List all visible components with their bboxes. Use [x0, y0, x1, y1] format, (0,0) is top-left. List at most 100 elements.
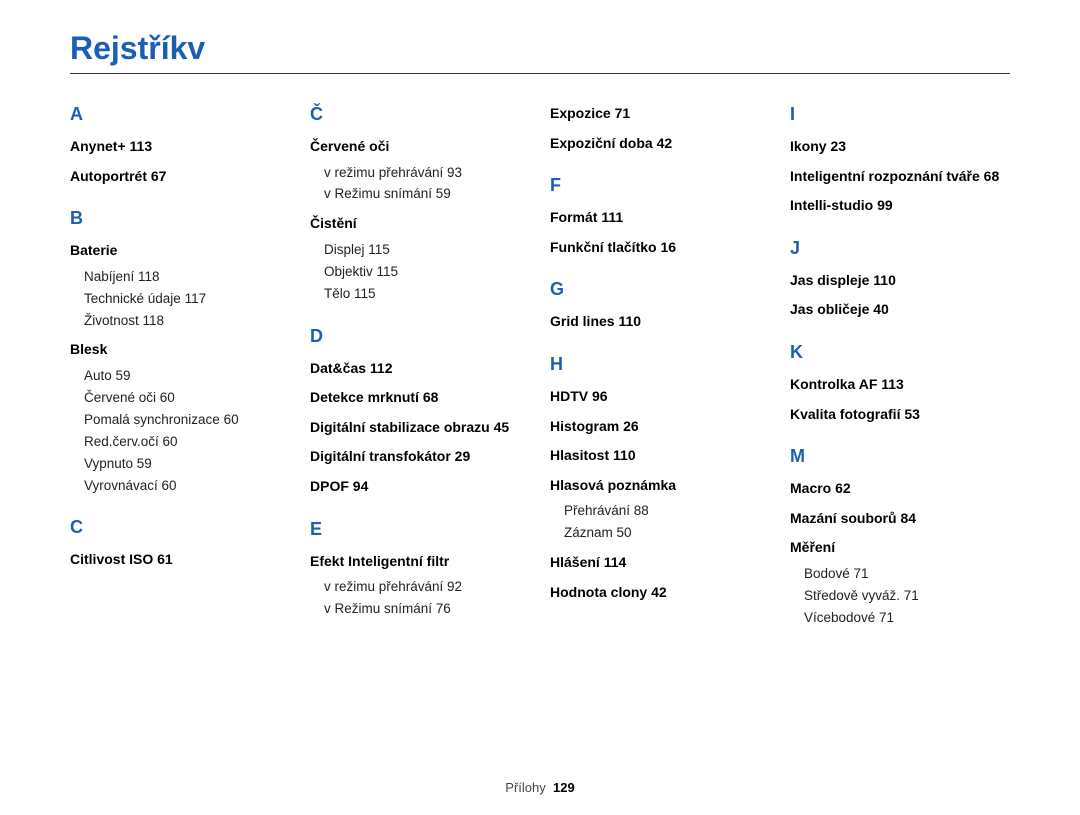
index-group: Expozice 71 — [550, 104, 770, 124]
index-letter: J — [790, 238, 1010, 259]
index-letter: I — [790, 104, 1010, 125]
column-3: Expozice 71 Expoziční doba 42 F Formát 111 F… — [550, 104, 770, 774]
index-entry[interactable]: Kvalita fotografií 53 — [790, 405, 1010, 425]
index-subentry[interactable]: Technické údaje 117 — [84, 290, 290, 309]
column-2: ČČervené očiv režimu přehrávání 93v Reži… — [310, 104, 530, 774]
index-entry[interactable]: Hlášení 114 — [550, 553, 770, 573]
index-group: Histogram 26 — [550, 417, 770, 437]
index-group: Měření Bodové 71 Středově vyváž. 71 Vícebod… — [790, 538, 1010, 627]
index-entry[interactable]: Citlivost ISO 61 — [70, 550, 290, 570]
index-entry[interactable]: Inteligentní rozpoznání tváře 68 — [790, 167, 1010, 187]
index-entry[interactable]: Mazání souborů 84 — [790, 509, 1010, 529]
index-subentry[interactable]: v režimu přehrávání 92 — [324, 578, 530, 597]
index-letter: G — [550, 279, 770, 300]
index-entry[interactable]: Hodnota clony 42 — [550, 583, 770, 603]
index-entry[interactable]: Čistění — [310, 214, 530, 234]
index-group: Jas obličeje 40 — [790, 300, 1010, 320]
footer-label: Přílohy — [505, 780, 545, 795]
index-entry[interactable]: Digitální transfokátor 29 — [310, 447, 530, 467]
index-entry[interactable]: HDTV 96 — [550, 387, 770, 407]
index-group: Detekce mrknutí 68 — [310, 388, 530, 408]
index-entry[interactable]: Grid lines 110 — [550, 312, 770, 332]
index-group: Ikony 23 — [790, 137, 1010, 157]
index-entry[interactable]: Formát 111 — [550, 208, 770, 228]
index-letter: F — [550, 175, 770, 196]
index-subentry[interactable]: Vypnuto 59 — [84, 455, 290, 474]
index-subentry[interactable]: Pomalá synchronizace 60 — [84, 411, 290, 430]
index-subentry[interactable]: Vícebodové 71 — [804, 609, 1010, 628]
index-entry[interactable]: Macro 62 — [790, 479, 1010, 499]
index-group: Autoportrét 67 — [70, 167, 290, 187]
index-subentry[interactable]: Bodové 71 — [804, 565, 1010, 584]
index-subentry[interactable]: v Režimu snímání 59 — [324, 185, 530, 204]
index-group: Digitální transfokátor 29 — [310, 447, 530, 467]
index-entry[interactable]: Jas obličeje 40 — [790, 300, 1010, 320]
index-entry[interactable]: DPOF 94 — [310, 477, 530, 497]
index-entry[interactable]: Kontrolka AF 113 — [790, 375, 1010, 395]
index-entry[interactable]: Hlasitost 110 — [550, 446, 770, 466]
index-entry[interactable]: Intelli-studio 99 — [790, 196, 1010, 216]
index-group: Hlášení 114 — [550, 553, 770, 573]
index-letter: A — [70, 104, 290, 125]
index-columns: A Anynet+ 113 Autoportrét 67 B Baterie Nabíje… — [70, 104, 1010, 774]
index-entry[interactable]: Ikony 23 — [790, 137, 1010, 157]
index-subentry[interactable]: v režimu přehrávání 93 — [324, 164, 530, 183]
index-subentry[interactable]: Red.červ.očí 60 — [84, 433, 290, 452]
index-letter: M — [790, 446, 1010, 467]
index-subentry[interactable]: Červené oči 60 — [84, 389, 290, 408]
index-letter: B — [70, 208, 290, 229]
index-entry[interactable]: Expozice 71 — [550, 104, 770, 124]
index-entry[interactable]: Jas displeje 110 — [790, 271, 1010, 291]
index-group: HDTV 96 — [550, 387, 770, 407]
index-entry[interactable]: Blesk — [70, 340, 290, 360]
index-entry[interactable]: Expoziční doba 42 — [550, 134, 770, 154]
index-entry[interactable]: Červené oči — [310, 137, 530, 157]
index-group: Čistění Displej 115 Objektiv 115 Tělo 115 — [310, 214, 530, 303]
index-group: Mazání souborů 84 — [790, 509, 1010, 529]
index-letter: C — [70, 517, 290, 538]
index-entry[interactable]: Měření — [790, 538, 1010, 558]
index-group: Kontrolka AF 113 — [790, 375, 1010, 395]
index-group: Citlivost ISO 61 — [70, 550, 290, 570]
index-group: Funkční tlačítko 16 — [550, 238, 770, 258]
index-entry[interactable]: Anynet+ 113 — [70, 137, 290, 157]
index-entry[interactable]: Dat&čas 112 — [310, 359, 530, 379]
index-group: Digitální stabilizace obrazu 45 — [310, 418, 530, 438]
footer-page-number: 129 — [553, 780, 575, 795]
index-group: Hlasová poznámka Přehrávání 88 Záznam 50 — [550, 476, 770, 543]
index-entry[interactable]: Funkční tlačítko 16 — [550, 238, 770, 258]
index-subentry[interactable]: v Režimu snímání 76 — [324, 600, 530, 619]
index-subentry[interactable]: Životnost 118 — [84, 312, 290, 331]
index-group: Kvalita fotografií 53 — [790, 405, 1010, 425]
index-entry[interactable]: Histogram 26 — [550, 417, 770, 437]
index-entry[interactable]: Hlasová poznámka — [550, 476, 770, 496]
index-letter: D — [310, 326, 530, 347]
index-subentry[interactable]: Displej 115 — [324, 241, 530, 260]
index-group: Inteligentní rozpoznání tváře 68 — [790, 167, 1010, 187]
index-subentry[interactable]: Přehrávání 88 — [564, 502, 770, 521]
index-group: Expoziční doba 42 — [550, 134, 770, 154]
page-footer: Přílohy 129 — [70, 780, 1010, 795]
page-title: Rejstříkv — [70, 30, 1010, 74]
index-subentry[interactable]: Nabíjení 118 — [84, 268, 290, 287]
index-entry[interactable]: Efekt Inteligentní filtr — [310, 552, 530, 572]
index-group: Grid lines 110 — [550, 312, 770, 332]
index-subentry[interactable]: Tělo 115 — [324, 285, 530, 304]
index-group: DPOF 94 — [310, 477, 530, 497]
index-entry[interactable]: Autoportrét 67 — [70, 167, 290, 187]
index-group: Macro 62 — [790, 479, 1010, 499]
index-entry[interactable]: Digitální stabilizace obrazu 45 — [310, 418, 530, 438]
index-subentry[interactable]: Auto 59 — [84, 367, 290, 386]
index-group: Hodnota clony 42 — [550, 583, 770, 603]
index-group: Blesk Auto 59 Červené oči 60 Pomalá synchro… — [70, 340, 290, 495]
index-subentry[interactable]: Středově vyváž. 71 — [804, 587, 1010, 606]
index-entry[interactable]: Detekce mrknutí 68 — [310, 388, 530, 408]
column-1: A Anynet+ 113 Autoportrét 67 B Baterie Nabíje… — [70, 104, 290, 774]
index-group: Jas displeje 110 — [790, 271, 1010, 291]
index-subentry[interactable]: Objektiv 115 — [324, 263, 530, 282]
index-entry[interactable]: Baterie — [70, 241, 290, 261]
index-group: Baterie Nabíjení 118 Technické údaje 117 Ži… — [70, 241, 290, 330]
index-subentry[interactable]: Vyrovnávací 60 — [84, 477, 290, 496]
index-group: Červené oči v režimu přehrávání 93 v Režim… — [310, 137, 530, 204]
index-subentry[interactable]: Záznam 50 — [564, 524, 770, 543]
